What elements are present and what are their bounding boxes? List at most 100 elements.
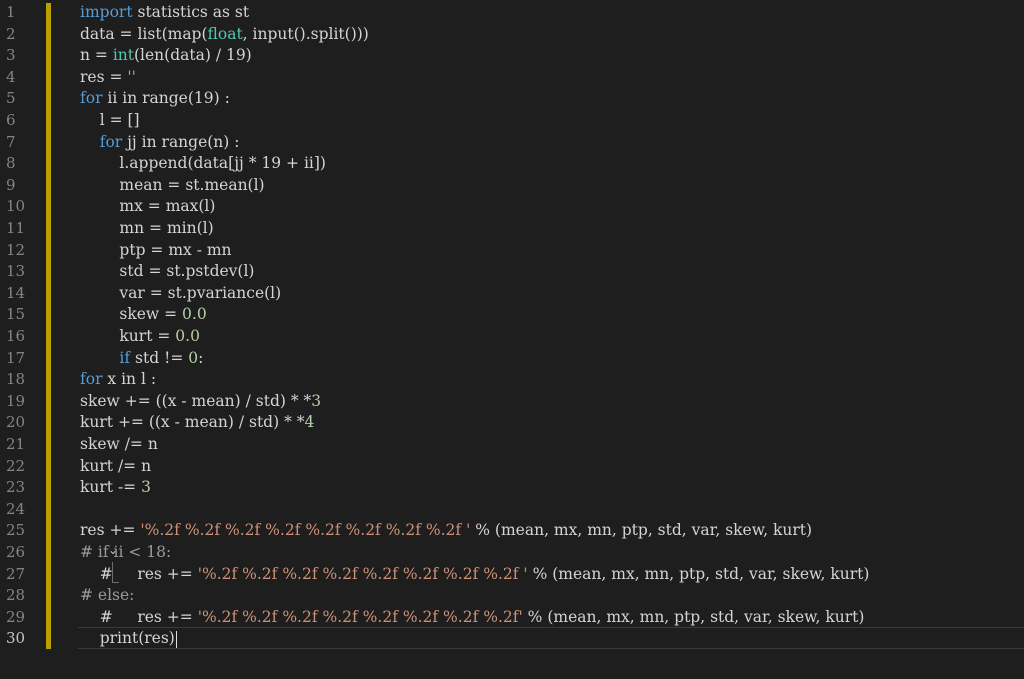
code-line[interactable]: skew = 0.0 (80, 304, 207, 326)
code-line[interactable]: for x in l : (80, 369, 156, 391)
code-line[interactable]: l.append(data[jj * 19 + ii]) (80, 153, 326, 175)
code-token: var = st.pvariance(l) (80, 283, 282, 302)
line-number: 8 (6, 154, 16, 173)
code-line[interactable]: res = '' (80, 67, 136, 89)
line-number: 20 (6, 413, 26, 432)
code-token: l.append(data[jj * 19 + ii]) (80, 154, 326, 173)
code-token: # res += (80, 564, 198, 583)
line-number: 10 (6, 197, 26, 216)
code-token: x in l : (102, 370, 157, 389)
code-token: % (mean, mx, mn, ptp, std, var, skew, ku… (527, 564, 870, 583)
line-number: 11 (6, 219, 26, 237)
code-token: if (119, 348, 131, 367)
code-token: 4 (304, 413, 315, 432)
code-line[interactable]: # res += '%.2f %.2f %.2f %.2f %.2f %.2f … (80, 607, 865, 629)
line-number: 19 (6, 391, 26, 410)
line-number: 30 (6, 629, 26, 648)
code-token: kurt -= (80, 478, 142, 497)
code-token: '%.2f %.2f %.2f %.2f %.2f %.2f %.2f %.2f… (197, 607, 523, 626)
code-token: skew = (80, 305, 183, 324)
line-number: 13 (6, 262, 26, 281)
code-token: res += (80, 521, 141, 540)
code-line[interactable]: std = st.pstdev(l) (80, 261, 254, 283)
code-line[interactable]: var = st.pvariance(l) (80, 283, 281, 305)
line-number: 3 (6, 46, 16, 65)
code-token: statistics as st (132, 3, 250, 21)
code-token: n = (80, 46, 113, 65)
code-token: for (80, 89, 103, 108)
code-line[interactable]: skew /= n (80, 434, 158, 456)
code-token: print(res) (80, 629, 175, 648)
line-number: 29 (6, 607, 26, 626)
line-number: 2 (6, 24, 16, 43)
code-token: res = (80, 67, 128, 86)
code-token: float (207, 24, 243, 43)
code-token: ii in range(19) : (102, 89, 230, 108)
line-number: 12 (6, 240, 26, 259)
code-token: mx = max(l) (80, 197, 216, 216)
line-number: 14 (6, 283, 26, 302)
code-line[interactable]: skew += ((x - mean) / std) * *3 (80, 391, 321, 413)
line-number: 24 (6, 499, 26, 518)
code-token: std = st.pstdev(l) (80, 262, 255, 281)
code-token: % (mean, mx, mn, ptp, std, var, skew, ku… (522, 607, 865, 626)
code-token: mn = min(l) (80, 219, 214, 237)
code-token: 0.0 (182, 305, 207, 324)
code-token: for (99, 132, 123, 151)
line-number: 15 (6, 305, 26, 324)
code-token: std != (130, 348, 189, 367)
code-token: 0.0 (175, 327, 200, 345)
line-number: 7 (6, 132, 16, 151)
line-number: 18 (6, 370, 26, 389)
code-line[interactable]: kurt += ((x - mean) / std) * *4 (80, 412, 314, 434)
code-line[interactable]: kurt = 0.0 (80, 326, 200, 348)
code-line[interactable]: # if ii < 18: (80, 542, 171, 564)
code-line[interactable]: kurt -= 3 (80, 477, 151, 499)
code-line[interactable]: data = list(map(float, input().split())) (80, 24, 369, 46)
code-line[interactable]: for ii in range(19) : (80, 88, 230, 110)
code-line[interactable]: mn = min(l) (80, 218, 214, 240)
code-line[interactable]: res += '%.2f %.2f %.2f %.2f %.2f %.2f %.… (80, 520, 812, 542)
line-number: 6 (6, 111, 16, 129)
code-line[interactable]: mx = max(l) (80, 196, 215, 218)
code-token: mean = st.mean(l) (80, 175, 265, 194)
code-line[interactable]: l = [] (80, 110, 140, 132)
line-number: 22 (6, 456, 26, 475)
line-number: 16 (6, 327, 26, 345)
code-token: l = [] (80, 111, 140, 129)
line-number: 26 (6, 543, 26, 561)
code-token: ptp = mx - mn (80, 240, 232, 259)
code-token: # if ii < 18: (80, 543, 172, 561)
code-token: skew += ((x - mean) / std) * * (80, 391, 312, 410)
line-number: 21 (6, 435, 26, 453)
code-token: kurt /= n (80, 456, 152, 475)
current-line-highlight (78, 627, 1024, 649)
code-line[interactable]: mean = st.mean(l) (80, 175, 265, 197)
line-number: 23 (6, 478, 26, 497)
code-line[interactable]: # res += '%.2f %.2f %.2f %.2f %.2f %.2f … (80, 564, 870, 586)
code-editor[interactable]: 1 2 3 4 5 6 7 8 9 10 11 12 13 14 15 16 17 18 19 20 21 22 23 24 2… (0, 0, 1024, 679)
code-line[interactable]: ptp = mx - mn (80, 240, 232, 262)
code-token: kurt += ((x - mean) / std) * * (80, 413, 305, 432)
code-line[interactable]: for jj in range(n) : (80, 132, 240, 154)
line-number: 28 (6, 586, 26, 605)
code-line[interactable]: kurt /= n (80, 456, 151, 478)
code-token: data = list(map( (80, 24, 208, 43)
code-token: # else: (80, 586, 135, 605)
line-number: 1 (6, 3, 16, 21)
code-token: int (112, 46, 134, 65)
code-token: (len(data) / 19) (134, 46, 252, 65)
line-number: 9 (6, 175, 16, 194)
code-token: '%.2f %.2f %.2f %.2f %.2f %.2f %.2f %.2f… (197, 564, 528, 583)
code-line[interactable]: import statistics as st (80, 2, 249, 24)
line-number-gutter: 1 2 3 4 5 6 7 8 9 10 11 12 13 14 15 16 17 18 19 20 21 22 23 24 2… (0, 0, 44, 679)
code-line[interactable]: print(res) (80, 628, 178, 650)
code-token: skew /= n (80, 435, 158, 453)
fold-gutter: ⌄ (52, 0, 119, 679)
code-line[interactable]: if std != 0: (80, 348, 203, 370)
code-line[interactable]: # else: (80, 585, 134, 607)
code-line[interactable]: n = int(len(data) / 19) (80, 45, 252, 67)
code-token: import (80, 3, 133, 21)
text-cursor (175, 630, 178, 648)
